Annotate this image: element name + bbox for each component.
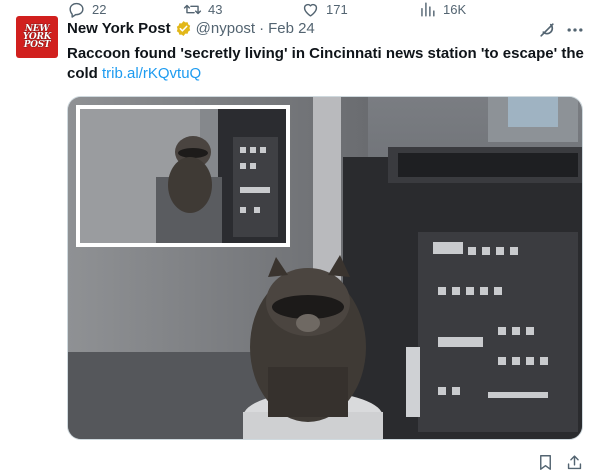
like-button[interactable]: 171	[301, 0, 348, 19]
tweet-date[interactable]: Feb 24	[268, 20, 315, 37]
tweet-media[interactable]	[67, 96, 583, 440]
retweet-icon	[183, 4, 202, 15]
tweet-header: New York Post @nypost · Feb 24	[67, 20, 315, 37]
like-count: 171	[326, 2, 348, 17]
views-button[interactable]: 16K	[418, 0, 466, 19]
like-icon	[303, 3, 318, 17]
reply-icon	[69, 2, 84, 18]
retweet-count: 43	[208, 2, 223, 17]
author-name[interactable]: New York Post	[67, 20, 171, 37]
retweet-button[interactable]: 43	[183, 0, 222, 19]
avatar[interactable]: NEW YORK POST	[16, 16, 58, 58]
separator: ·	[259, 20, 265, 37]
tweet-text: Raccoon found 'secretly living' in Cinci…	[67, 44, 587, 84]
reply-count: 22	[92, 2, 107, 17]
reply-button[interactable]: 22	[67, 0, 106, 19]
raccoon-photo	[68, 97, 582, 439]
more-icon[interactable]	[565, 20, 585, 40]
verified-badge-icon[interactable]	[175, 20, 192, 37]
avatar-text-line-3: POST	[23, 40, 51, 50]
tweet[interactable]: NEW YORK POST New York Post @nypost · Fe…	[0, 0, 601, 476]
author-handle[interactable]: @nypost	[196, 20, 255, 37]
views-count: 16K	[443, 2, 467, 17]
tweet-link[interactable]: trib.al/rKQvtuQ	[102, 65, 201, 82]
views-icon	[421, 2, 435, 17]
grok-icon[interactable]	[537, 20, 557, 40]
share-icon[interactable]	[565, 453, 584, 472]
bookmark-icon[interactable]	[536, 453, 555, 472]
